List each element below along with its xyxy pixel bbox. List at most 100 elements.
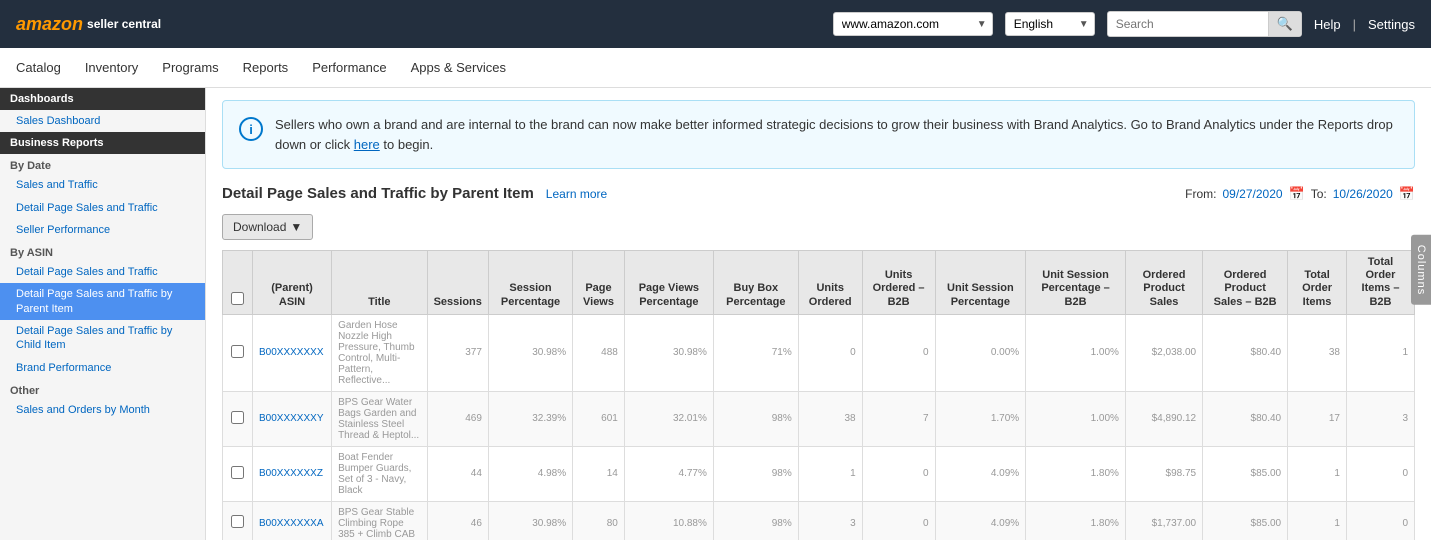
info-banner: i Sellers who own a brand and are intern… [222,100,1415,169]
row-checkbox-cell[interactable] [223,446,253,501]
logo: amazon seller central [16,14,161,35]
row-asin: B00XXXXXXX [253,314,332,391]
row-page-views: 14 [573,446,625,501]
table-row: B00XXXXXXA BPS Gear Stable Climbing Rope… [223,501,1415,540]
language-select[interactable]: English [1005,12,1095,36]
row-title: BPS Gear Stable Climbing Rope 385 + Clim… [332,501,428,540]
date-range: From: 09/27/2020 📅 To: 10/26/2020 📅 [1185,186,1415,202]
content-area: i Sellers who own a brand and are intern… [206,88,1431,540]
table-header-row: (Parent) ASIN Title Sessions Session Per… [223,251,1415,315]
row-checkbox-cell[interactable] [223,391,253,446]
row-units-b2b: 0 [862,501,935,540]
table-row: B00XXXXXXZ Boat Fender Bumper Guards, Se… [223,446,1415,501]
header-op-sales: Ordered Product Sales [1125,251,1202,315]
sidebar-item-detail-page-sales[interactable]: Detail Page Sales and Traffic [0,197,205,219]
sidebar-dashboards-title: Dashboards [0,88,205,110]
row-checkbox-cell[interactable] [223,501,253,540]
row-op-sales: $1,737.00 [1125,501,1202,540]
sidebar-item-asin-child[interactable]: Detail Page Sales and Traffic by Child I… [0,320,205,357]
search-button[interactable]: 🔍 [1268,12,1301,36]
columns-toggle[interactable]: Columns [1411,235,1431,305]
row-op-sales-b2b: $85.00 [1203,446,1288,501]
sidebar-other-label: Other [0,379,205,399]
select-all-checkbox[interactable] [231,292,244,305]
nav-inventory[interactable]: Inventory [85,50,138,85]
row-pv-pct: 30.98% [624,314,713,391]
data-table: (Parent) ASIN Title Sessions Session Per… [222,250,1415,540]
from-date: 09/27/2020 [1222,187,1282,201]
header-pv-pct: Page Views Percentage [624,251,713,315]
learn-more-link[interactable]: Learn more [546,187,607,201]
nav-performance[interactable]: Performance [312,50,386,85]
sidebar-by-date-label: By Date [0,154,205,174]
row-sessions: 377 [427,314,488,391]
sidebar-item-brand-perf[interactable]: Brand Performance [0,357,205,379]
row-buybox: 98% [713,446,798,501]
header-total-items-b2b: Total Order Items – B2B [1346,251,1414,315]
nav-programs[interactable]: Programs [162,50,218,85]
main-layout: Dashboards Sales Dashboard Business Repo… [0,88,1431,540]
row-units: 1 [798,446,862,501]
row-checkbox[interactable] [231,411,244,424]
search-input[interactable] [1108,13,1268,35]
sidebar-item-seller-perf[interactable]: Seller Performance [0,219,205,241]
search-wrap: 🔍 [1107,11,1302,37]
row-units: 38 [798,391,862,446]
table-row: B00XXXXXXY BPS Gear Water Bags Garden an… [223,391,1415,446]
row-pv-pct: 32.01% [624,391,713,446]
row-total-items: 17 [1288,391,1347,446]
row-units-b2b: 7 [862,391,935,446]
row-op-sales: $98.75 [1125,446,1202,501]
nav-reports[interactable]: Reports [243,50,289,85]
page-title-area: Detail Page Sales and Traffic by Parent … [222,185,607,202]
row-unit-session-b2b: 1.80% [1026,446,1126,501]
row-checkbox-cell[interactable] [223,314,253,391]
download-button[interactable]: Download ▼ [222,214,313,240]
top-bar-links: Help | Settings [1314,17,1415,32]
nav-catalog[interactable]: Catalog [16,50,61,85]
row-title: Boat Fender Bumper Guards, Set of 3 - Na… [332,446,428,501]
help-link[interactable]: Help [1314,17,1341,32]
header-units-b2b: Units Ordered – B2B [862,251,935,315]
from-calendar-icon[interactable]: 📅 [1289,186,1305,202]
settings-link[interactable]: Settings [1368,17,1415,32]
row-checkbox[interactable] [231,515,244,528]
row-total-items: 1 [1288,501,1347,540]
header-parent-asin: (Parent) ASIN [253,251,332,315]
header-unit-session-b2b: Unit Session Percentage – B2B [1026,251,1126,315]
language-selector-wrap: English ▼ [1005,12,1095,36]
download-label: Download [233,220,286,234]
info-icon: i [239,117,263,141]
nav-bar: Catalog Inventory Programs Reports Perfo… [0,48,1431,88]
row-unit-session: 4.09% [935,501,1026,540]
info-text-part1: Sellers who own a brand and are internal… [275,117,1393,152]
row-units-b2b: 0 [862,314,935,391]
row-unit-session: 4.09% [935,446,1026,501]
info-text-part2: to begin. [380,137,434,152]
header-units-ordered: Units Ordered [798,251,862,315]
row-session-pct: 30.98% [488,314,572,391]
row-checkbox[interactable] [231,466,244,479]
row-total-items-b2b: 0 [1346,501,1414,540]
top-bar: amazon seller central www.amazon.com ▼ E… [0,0,1431,48]
row-op-sales: $4,890.12 [1125,391,1202,446]
table-wrap: (Parent) ASIN Title Sessions Session Per… [222,250,1415,540]
domain-select[interactable]: www.amazon.com [833,12,993,36]
row-checkbox[interactable] [231,345,244,358]
nav-apps-services[interactable]: Apps & Services [411,50,506,85]
sidebar-item-sales-traffic[interactable]: Sales and Traffic [0,174,205,196]
sidebar-item-asin-parent[interactable]: Detail Page Sales and Traffic by Parent … [0,283,205,320]
page-title: Detail Page Sales and Traffic by Parent … [222,185,534,202]
link-separator: | [1353,17,1356,32]
row-title: Garden Hose Nozzle High Pressure, Thumb … [332,314,428,391]
sidebar-item-sales-dashboard[interactable]: Sales Dashboard [0,110,205,132]
to-calendar-icon[interactable]: 📅 [1399,186,1415,202]
row-sessions: 44 [427,446,488,501]
to-label: To: [1311,187,1327,201]
sidebar: Dashboards Sales Dashboard Business Repo… [0,88,206,540]
info-banner-text: Sellers who own a brand and are internal… [275,115,1398,154]
info-here-link[interactable]: here [354,137,380,152]
sidebar-item-asin-detail[interactable]: Detail Page Sales and Traffic [0,261,205,283]
sidebar-item-sales-orders[interactable]: Sales and Orders by Month [0,399,205,421]
logo-seller-central: seller central [87,17,161,31]
